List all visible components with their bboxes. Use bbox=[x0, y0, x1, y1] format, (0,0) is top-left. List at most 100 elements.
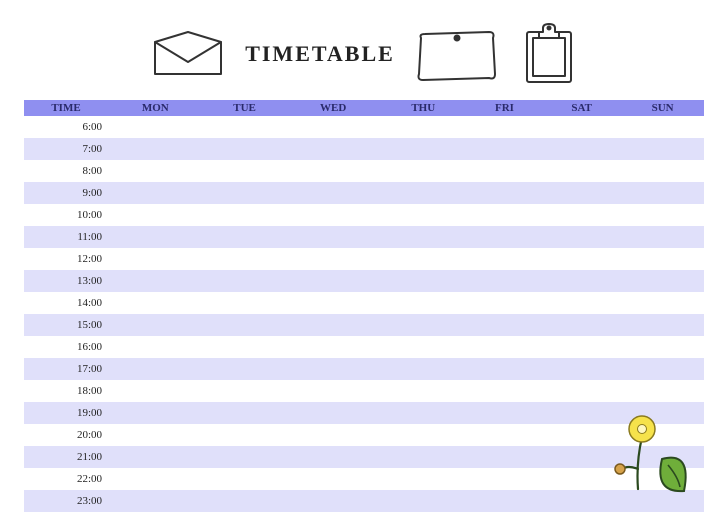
slot-cell[interactable] bbox=[621, 138, 704, 160]
slot-cell[interactable] bbox=[467, 138, 542, 160]
slot-cell[interactable] bbox=[467, 336, 542, 358]
slot-cell[interactable] bbox=[108, 402, 203, 424]
slot-cell[interactable] bbox=[108, 270, 203, 292]
slot-cell[interactable] bbox=[467, 160, 542, 182]
slot-cell[interactable] bbox=[203, 248, 287, 270]
slot-cell[interactable] bbox=[380, 270, 467, 292]
slot-cell[interactable] bbox=[542, 138, 621, 160]
slot-cell[interactable] bbox=[542, 380, 621, 402]
slot-cell[interactable] bbox=[380, 380, 467, 402]
slot-cell[interactable] bbox=[287, 116, 380, 138]
slot-cell[interactable] bbox=[287, 314, 380, 336]
slot-cell[interactable] bbox=[380, 248, 467, 270]
slot-cell[interactable] bbox=[203, 402, 287, 424]
slot-cell[interactable] bbox=[108, 182, 203, 204]
slot-cell[interactable] bbox=[203, 358, 287, 380]
slot-cell[interactable] bbox=[108, 160, 203, 182]
slot-cell[interactable] bbox=[108, 336, 203, 358]
slot-cell[interactable] bbox=[380, 314, 467, 336]
slot-cell[interactable] bbox=[203, 270, 287, 292]
slot-cell[interactable] bbox=[203, 160, 287, 182]
slot-cell[interactable] bbox=[203, 116, 287, 138]
slot-cell[interactable] bbox=[542, 358, 621, 380]
slot-cell[interactable] bbox=[287, 446, 380, 468]
slot-cell[interactable] bbox=[542, 314, 621, 336]
slot-cell[interactable] bbox=[108, 292, 203, 314]
slot-cell[interactable] bbox=[287, 248, 380, 270]
slot-cell[interactable] bbox=[621, 226, 704, 248]
slot-cell[interactable] bbox=[287, 226, 380, 248]
slot-cell[interactable] bbox=[467, 468, 542, 490]
slot-cell[interactable] bbox=[287, 292, 380, 314]
slot-cell[interactable] bbox=[380, 468, 467, 490]
slot-cell[interactable] bbox=[542, 336, 621, 358]
slot-cell[interactable] bbox=[380, 182, 467, 204]
slot-cell[interactable] bbox=[621, 204, 704, 226]
slot-cell[interactable] bbox=[108, 490, 203, 512]
slot-cell[interactable] bbox=[108, 468, 203, 490]
slot-cell[interactable] bbox=[108, 138, 203, 160]
slot-cell[interactable] bbox=[467, 490, 542, 512]
slot-cell[interactable] bbox=[287, 160, 380, 182]
slot-cell[interactable] bbox=[287, 402, 380, 424]
slot-cell[interactable] bbox=[203, 204, 287, 226]
slot-cell[interactable] bbox=[621, 116, 704, 138]
slot-cell[interactable] bbox=[467, 270, 542, 292]
slot-cell[interactable] bbox=[203, 182, 287, 204]
slot-cell[interactable] bbox=[287, 358, 380, 380]
slot-cell[interactable] bbox=[542, 204, 621, 226]
slot-cell[interactable] bbox=[621, 182, 704, 204]
slot-cell[interactable] bbox=[467, 116, 542, 138]
slot-cell[interactable] bbox=[621, 380, 704, 402]
slot-cell[interactable] bbox=[108, 446, 203, 468]
slot-cell[interactable] bbox=[287, 490, 380, 512]
slot-cell[interactable] bbox=[287, 204, 380, 226]
slot-cell[interactable] bbox=[467, 358, 542, 380]
slot-cell[interactable] bbox=[542, 182, 621, 204]
slot-cell[interactable] bbox=[108, 248, 203, 270]
slot-cell[interactable] bbox=[542, 292, 621, 314]
slot-cell[interactable] bbox=[380, 358, 467, 380]
slot-cell[interactable] bbox=[542, 248, 621, 270]
slot-cell[interactable] bbox=[203, 336, 287, 358]
slot-cell[interactable] bbox=[467, 182, 542, 204]
slot-cell[interactable] bbox=[542, 160, 621, 182]
slot-cell[interactable] bbox=[542, 226, 621, 248]
slot-cell[interactable] bbox=[621, 160, 704, 182]
slot-cell[interactable] bbox=[108, 314, 203, 336]
slot-cell[interactable] bbox=[287, 380, 380, 402]
slot-cell[interactable] bbox=[380, 292, 467, 314]
slot-cell[interactable] bbox=[108, 424, 203, 446]
slot-cell[interactable] bbox=[108, 116, 203, 138]
slot-cell[interactable] bbox=[467, 204, 542, 226]
slot-cell[interactable] bbox=[203, 468, 287, 490]
slot-cell[interactable] bbox=[203, 314, 287, 336]
slot-cell[interactable] bbox=[108, 380, 203, 402]
slot-cell[interactable] bbox=[467, 424, 542, 446]
slot-cell[interactable] bbox=[203, 490, 287, 512]
slot-cell[interactable] bbox=[467, 248, 542, 270]
slot-cell[interactable] bbox=[203, 292, 287, 314]
slot-cell[interactable] bbox=[287, 270, 380, 292]
slot-cell[interactable] bbox=[380, 490, 467, 512]
slot-cell[interactable] bbox=[108, 226, 203, 248]
slot-cell[interactable] bbox=[467, 446, 542, 468]
slot-cell[interactable] bbox=[467, 314, 542, 336]
slot-cell[interactable] bbox=[380, 446, 467, 468]
slot-cell[interactable] bbox=[380, 160, 467, 182]
slot-cell[interactable] bbox=[621, 314, 704, 336]
slot-cell[interactable] bbox=[108, 204, 203, 226]
slot-cell[interactable] bbox=[203, 138, 287, 160]
slot-cell[interactable] bbox=[380, 116, 467, 138]
slot-cell[interactable] bbox=[467, 402, 542, 424]
slot-cell[interactable] bbox=[203, 226, 287, 248]
slot-cell[interactable] bbox=[380, 204, 467, 226]
slot-cell[interactable] bbox=[287, 468, 380, 490]
slot-cell[interactable] bbox=[621, 270, 704, 292]
slot-cell[interactable] bbox=[380, 138, 467, 160]
slot-cell[interactable] bbox=[380, 226, 467, 248]
slot-cell[interactable] bbox=[621, 248, 704, 270]
slot-cell[interactable] bbox=[380, 424, 467, 446]
slot-cell[interactable] bbox=[542, 270, 621, 292]
slot-cell[interactable] bbox=[467, 380, 542, 402]
